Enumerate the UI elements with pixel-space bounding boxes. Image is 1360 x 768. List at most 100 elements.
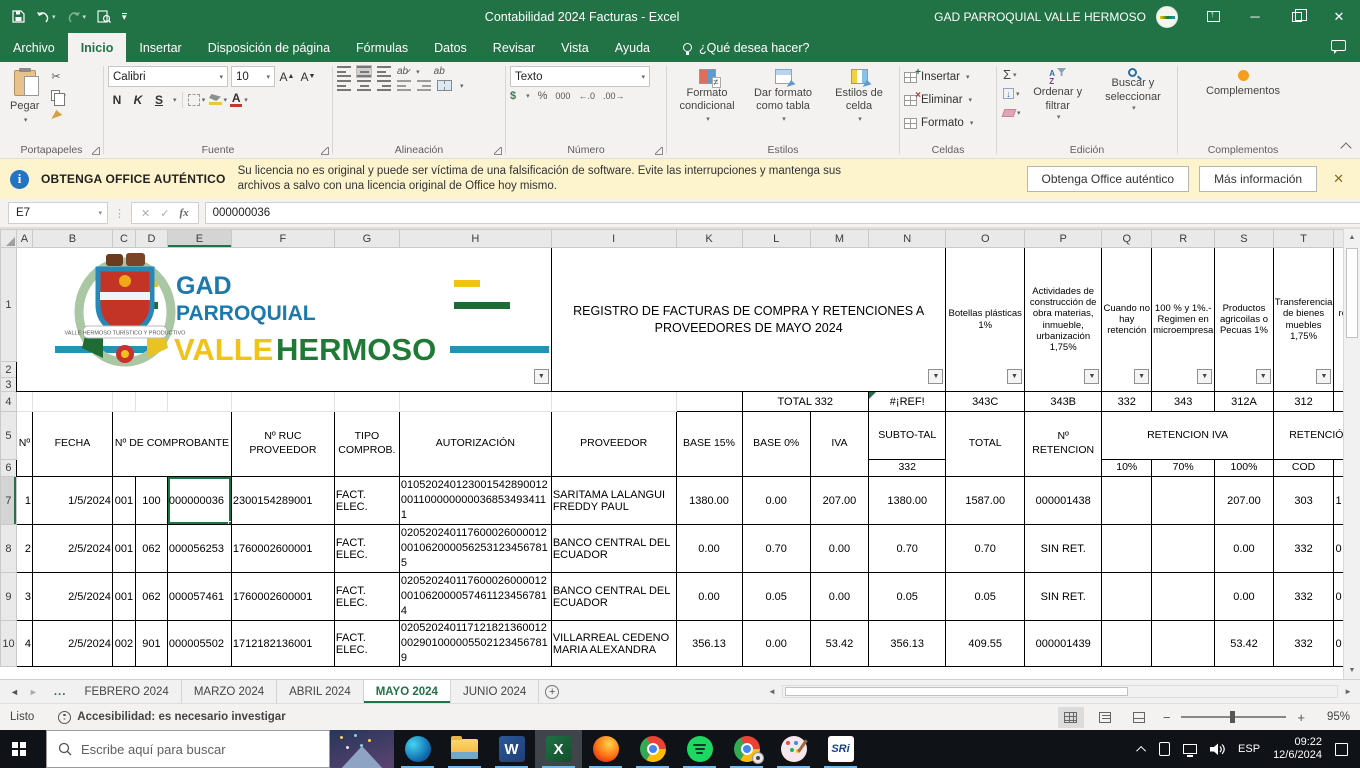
- header-iva-10[interactable]: 10%: [1101, 459, 1153, 477]
- cell-D4[interactable]: [134, 391, 168, 412]
- delete-cells-button[interactable]: Eliminar▾: [904, 90, 992, 110]
- cell-E10[interactable]: 000005502: [166, 620, 232, 667]
- cell-report-title-I1[interactable]: REGISTRO DE FACTURAS DE COMPRA Y RETENCI…: [550, 247, 947, 392]
- row-header-9[interactable]: 9: [0, 572, 17, 621]
- cell-G4[interactable]: [333, 391, 400, 412]
- cell-B4[interactable]: [31, 391, 113, 412]
- ribbon-display-options-button[interactable]: [1192, 0, 1234, 33]
- tab-disposicion[interactable]: Disposición de página: [195, 33, 343, 62]
- cell-K10[interactable]: 356.13: [675, 620, 743, 667]
- cell-C10[interactable]: 002: [111, 620, 136, 667]
- row-header-7[interactable]: 7: [0, 476, 17, 525]
- accounting-format-button[interactable]: $: [510, 90, 516, 102]
- cancel-entry-button[interactable]: ✕: [141, 207, 150, 220]
- cell-K8[interactable]: 0.00: [675, 524, 743, 573]
- number-format-select[interactable]: Texto ▾: [510, 66, 650, 87]
- fill-color-button[interactable]: ▾: [208, 90, 227, 109]
- cell-total-L4[interactable]: TOTAL 332: [741, 391, 869, 412]
- align-right-icon[interactable]: [377, 80, 391, 91]
- taskbar-excel[interactable]: X: [535, 730, 582, 768]
- tab-ayuda[interactable]: Ayuda: [602, 33, 663, 62]
- column-header-F[interactable]: F: [230, 229, 335, 248]
- horizontal-scroll-thumb[interactable]: [784, 687, 1129, 696]
- cell-Q7[interactable]: [1101, 476, 1153, 525]
- format-as-table-button[interactable]: Dar formato como tabla ▾: [747, 66, 819, 128]
- alignment-dialog-launcher[interactable]: [494, 147, 502, 155]
- cell-code-O4[interactable]: 343C: [945, 391, 1025, 412]
- cell-H10[interactable]: 0205202401171218213600120029010000055021…: [398, 620, 552, 667]
- row-header-4[interactable]: 4: [0, 391, 17, 412]
- column-header-D[interactable]: D: [134, 229, 168, 248]
- cell-category-O1[interactable]: Botellas plásticas 1% ▼: [945, 247, 1025, 392]
- cell-A7[interactable]: 1: [15, 476, 33, 525]
- cell-D7[interactable]: 100: [134, 476, 168, 525]
- addins-button[interactable]: Complementos: [1182, 66, 1304, 102]
- cell-C4[interactable]: [111, 391, 136, 412]
- insert-cells-button[interactable]: Insertar▾: [904, 67, 992, 87]
- taskbar-spotify[interactable]: [676, 730, 723, 768]
- cell-R10[interactable]: [1151, 620, 1216, 667]
- cell-E4[interactable]: [166, 391, 232, 412]
- get-genuine-office-button[interactable]: Obtenga Office auténtico: [1026, 166, 1190, 192]
- column-header-G[interactable]: G: [333, 229, 400, 248]
- increase-decimal-button[interactable]: ←.0: [578, 91, 595, 101]
- comments-icon[interactable]: [1331, 40, 1346, 54]
- cell-logo-A1[interactable]: VALLE HERMOSO TURÍSTICO Y PRODUCTIVO GAD…: [15, 247, 552, 392]
- insert-function-button[interactable]: fx: [179, 207, 188, 219]
- taskbar-paint[interactable]: [770, 730, 817, 768]
- align-top-icon[interactable]: [337, 66, 351, 77]
- font-size-select[interactable]: 10 ▾: [231, 66, 275, 87]
- cell-B8[interactable]: 2/5/2024: [31, 524, 113, 573]
- cell-G7[interactable]: FACT. ELEC.: [333, 476, 400, 525]
- header-subtotal-332[interactable]: 332: [867, 459, 947, 477]
- cell-A4[interactable]: [15, 391, 33, 412]
- column-header-K[interactable]: K: [675, 229, 743, 248]
- align-bottom-icon[interactable]: [377, 66, 391, 77]
- zoom-level[interactable]: 95%: [1316, 711, 1350, 723]
- column-header-R[interactable]: R: [1151, 229, 1216, 248]
- scroll-up-arrow[interactable]: ▲: [1344, 229, 1360, 246]
- cell-O7[interactable]: 1587.00: [945, 476, 1025, 525]
- redo-button[interactable]: ▾: [67, 11, 86, 23]
- cell-E9[interactable]: 000057461: [166, 572, 232, 621]
- tab-vista[interactable]: Vista: [548, 33, 602, 62]
- row-header-6[interactable]: 6: [0, 459, 17, 477]
- account-name[interactable]: GAD PARROQUIAL VALLE HERMOSO: [934, 10, 1146, 24]
- column-header-P[interactable]: P: [1023, 229, 1103, 248]
- volume-icon[interactable]: [1210, 743, 1225, 756]
- normal-view-button[interactable]: [1057, 706, 1084, 728]
- cell-O8[interactable]: 0.70: [945, 524, 1025, 573]
- sort-filter-button[interactable]: AZ Ordenar y filtrar ▾: [1027, 66, 1089, 124]
- font-color-button[interactable]: A ▾: [230, 90, 248, 109]
- filter-button-R[interactable]: ▼: [1197, 369, 1213, 384]
- header-iva-100[interactable]: 100%: [1214, 459, 1274, 477]
- cell-I8[interactable]: BANCO CENTRAL DEL ECUADOR: [550, 524, 677, 573]
- header-cod[interactable]: COD: [1272, 459, 1335, 477]
- taskbar-clock[interactable]: 09:22 12/6/2024: [1273, 736, 1322, 762]
- minimize-button[interactable]: ─: [1234, 0, 1276, 33]
- cell-N9[interactable]: 0.05: [867, 572, 947, 621]
- cell-M7[interactable]: 207.00: [809, 476, 869, 525]
- new-sheet-button[interactable]: +: [539, 680, 565, 703]
- clear-button[interactable]: ▾: [1001, 104, 1023, 121]
- fill-button[interactable]: ↓ ▾: [1001, 85, 1023, 102]
- cell-D10[interactable]: 901: [134, 620, 168, 667]
- print-preview-button[interactable]: [97, 10, 112, 23]
- cell-B10[interactable]: 2/5/2024: [31, 620, 113, 667]
- cell-O9[interactable]: 0.05: [945, 572, 1025, 621]
- column-header-M[interactable]: M: [809, 229, 869, 248]
- sheet-tab-marzo[interactable]: MARZO 2024: [182, 680, 278, 703]
- horizontal-scrollbar[interactable]: ◄ ►: [760, 680, 1360, 703]
- cell-I7[interactable]: SARITAMA LALANGUI FREDDY PAUL: [550, 476, 677, 525]
- cell-G9[interactable]: FACT. ELEC.: [333, 572, 400, 621]
- tab-insertar[interactable]: Insertar: [126, 33, 194, 62]
- customize-qat-button[interactable]: ▾: [122, 13, 127, 22]
- tab-revisar[interactable]: Revisar: [480, 33, 548, 62]
- comma-style-button[interactable]: 000: [555, 91, 570, 101]
- page-layout-view-button[interactable]: [1092, 707, 1118, 728]
- filter-button-Q[interactable]: ▼: [1134, 369, 1150, 384]
- save-button[interactable]: [12, 10, 25, 23]
- column-header-C[interactable]: C: [111, 229, 136, 248]
- column-header-I[interactable]: I: [550, 229, 677, 248]
- more-sheets-button[interactable]: ...: [48, 680, 73, 703]
